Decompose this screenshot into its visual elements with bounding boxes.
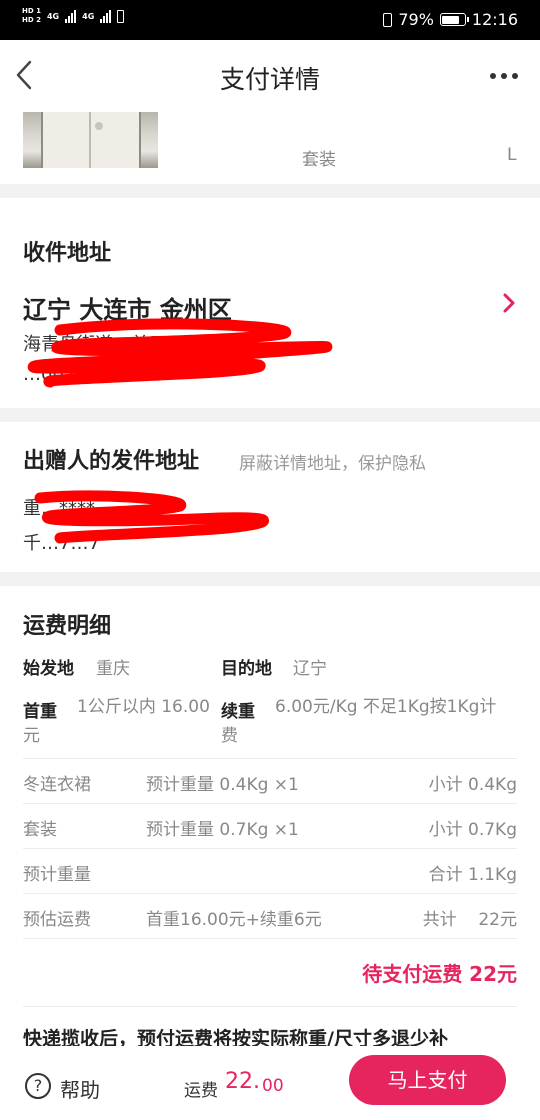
product-size: L (507, 145, 517, 165)
help-icon[interactable]: ? (25, 1073, 51, 1099)
row-divider (23, 1006, 517, 1007)
signal-bars-icon (65, 9, 77, 23)
page-title: 支付详情 (219, 65, 320, 94)
sender-section-title: 出赠人的发件地址 (23, 449, 200, 474)
recipient-section-title: 收件地址 (23, 241, 112, 266)
origin-label: 始发地 (23, 659, 74, 679)
product-item: 套装 L (0, 110, 540, 184)
signal-label-1: 4G (46, 11, 60, 21)
pending-shipping-fee: 待支付运费 22元 (362, 962, 517, 986)
fee-label: 运费 (184, 1081, 218, 1101)
table-row: 套装 预计重量 0.7Kg ×1 小计 0.7Kg (23, 803, 517, 848)
status-bar: HD 1 HD 2 4G 4G 79% 12:16 (0, 0, 540, 40)
shipping-notice: 快递揽收后，预付运费将按实际称重/尺寸多退少补 (23, 1028, 448, 1046)
sim-alert-icon (117, 9, 125, 23)
destination-value: 辽宁 (293, 659, 327, 679)
fee-amount-decimal: 00 (262, 1076, 284, 1096)
shipping-section-title: 运费明细 (23, 614, 112, 639)
vibrate-icon (383, 12, 393, 27)
table-row: 预估运费 首重16.00元+续重6元 共计 22元 (23, 893, 517, 938)
help-link[interactable]: 帮助 (60, 1074, 100, 1103)
table-row: 冬连衣裙 预计重量 0.4Kg ×1 小计 0.4Kg (23, 758, 517, 803)
redaction-scribble (34, 490, 269, 544)
clock: 12:16 (471, 10, 518, 29)
battery-percent: 79% (398, 10, 434, 29)
extra-weight-value: 6.00元/Kg 不足1Kg按1Kg计费 (221, 697, 497, 746)
more-horizontal-icon[interactable] (490, 73, 518, 79)
section-divider (0, 184, 540, 198)
product-thumbnail (23, 112, 158, 168)
bottom-bar: ? 帮助 运费 22. 00 马上支付 (0, 1046, 540, 1120)
chevron-right-icon[interactable] (502, 293, 516, 313)
row-divider (23, 938, 517, 939)
signal-label-2: 4G (82, 11, 95, 21)
product-type: 套装 (302, 150, 336, 170)
pay-now-button[interactable]: 马上支付 (349, 1055, 506, 1105)
first-weight-value: 1公斤以内 16.00元 (23, 697, 210, 746)
battery-icon (439, 13, 469, 26)
signal-bars-icon (100, 9, 112, 23)
table-row: 预计重量 合计 1.1Kg (23, 848, 517, 893)
redaction-scribble (27, 318, 333, 388)
nav-bar: 支付详情 (0, 40, 540, 110)
sender-privacy-hint: 屏蔽详情地址，保护隐私 (239, 454, 426, 474)
origin-value: 重庆 (96, 659, 130, 679)
hd-indicator: HD 1 HD 2 (22, 7, 41, 24)
fee-amount: 22. (225, 1069, 260, 1094)
section-divider (0, 572, 540, 586)
destination-label: 目的地 (221, 659, 272, 679)
section-divider (0, 408, 540, 422)
